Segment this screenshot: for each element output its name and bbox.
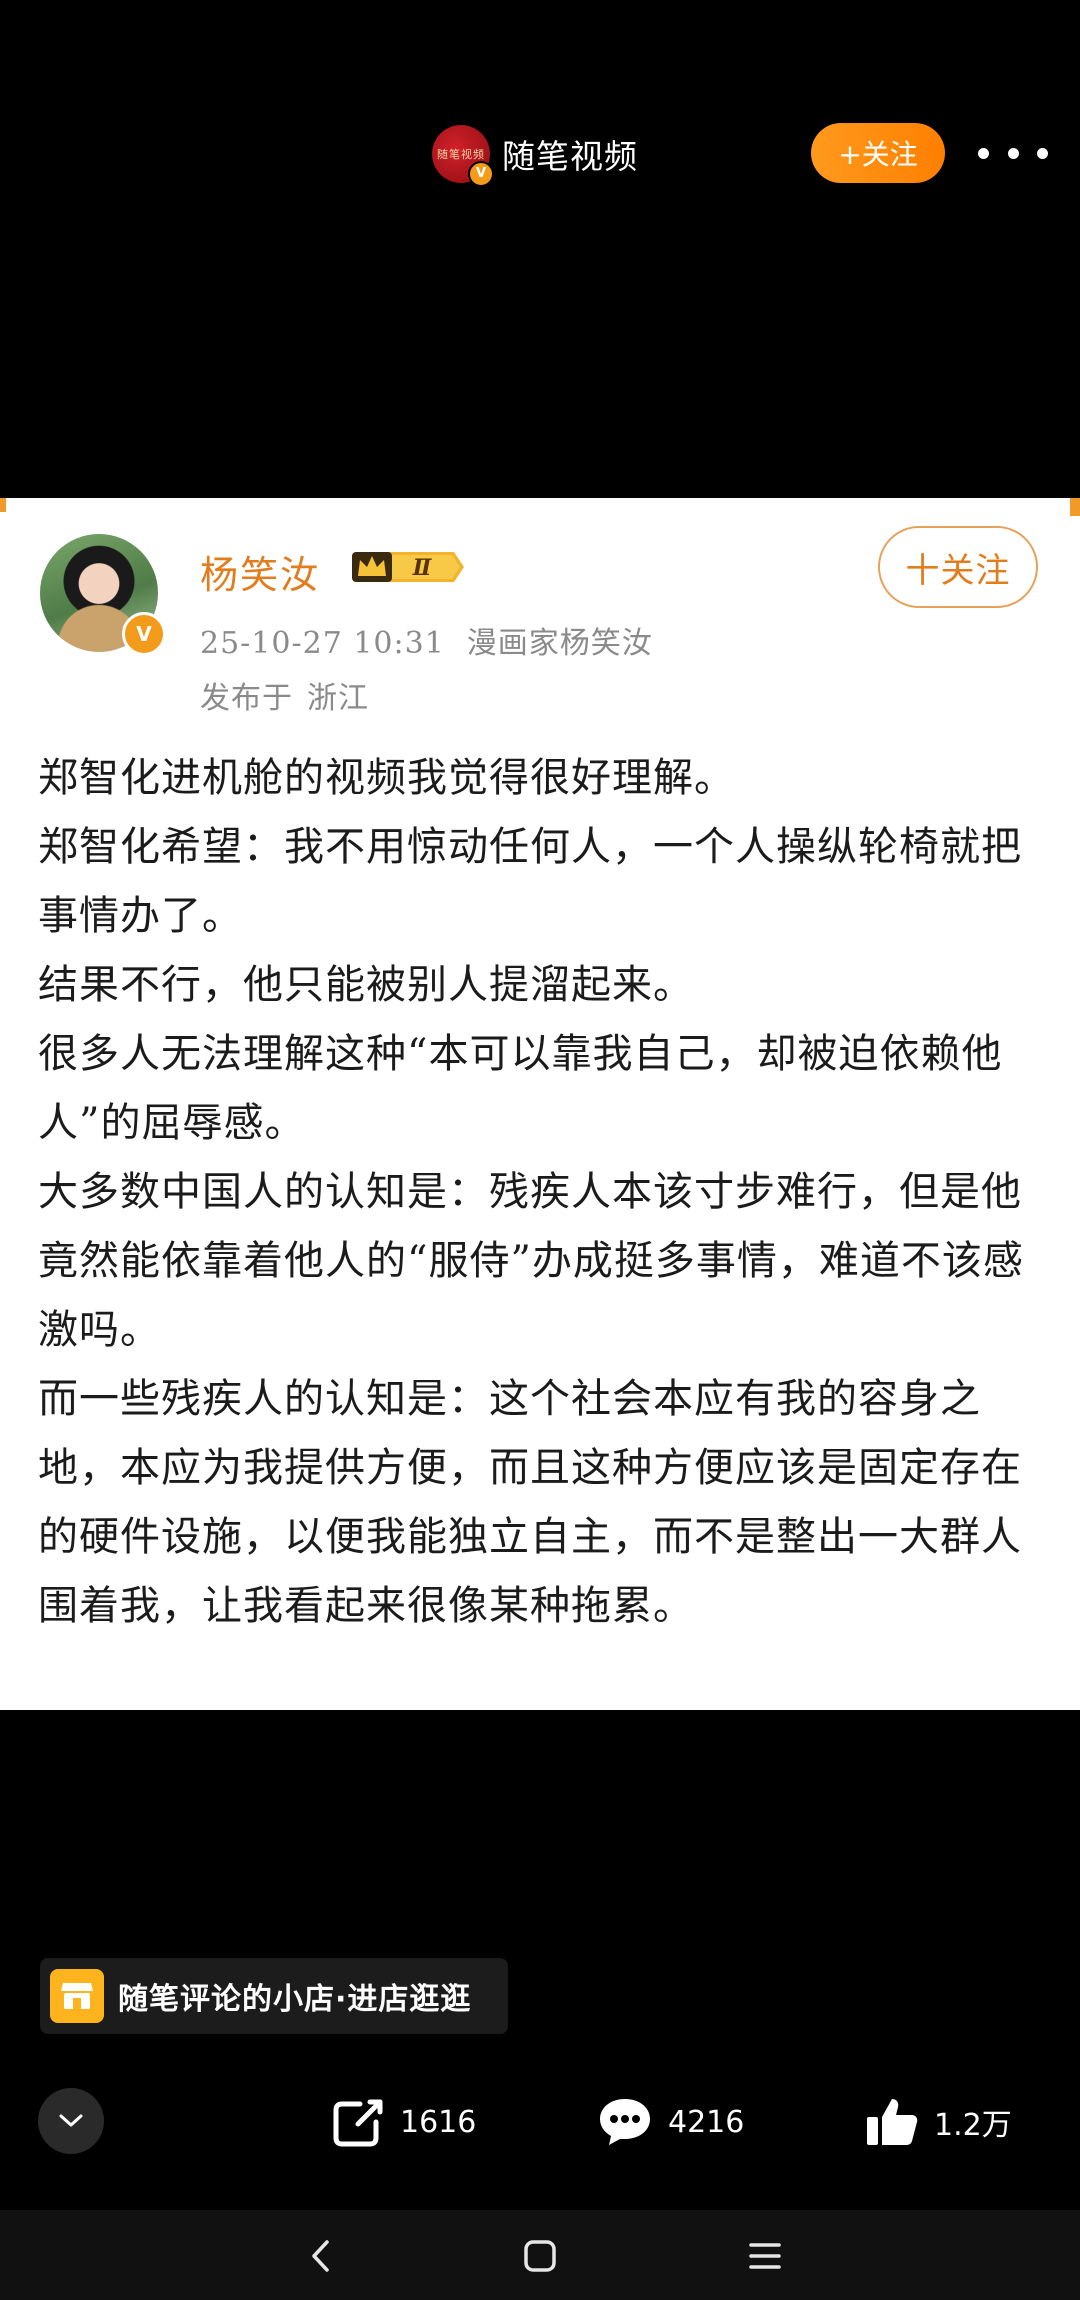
post-paragraph: 大多数中国人的认知是：残疾人本该寸步难行，但是他竟然能依靠着他人的“服侍”办成挺…: [38, 1169, 1024, 1353]
channel-header[interactable]: 随笔视频 V 随笔视频: [432, 125, 638, 187]
location-value: 浙江: [307, 681, 369, 716]
shop-label: 随笔评论的小店·进店逛逛: [118, 1982, 472, 2017]
vip-crown-icon: Ⅱ: [352, 552, 464, 582]
post-paragraph: 郑智化进机舱的视频我觉得很好理解。: [38, 755, 735, 801]
verified-icon: V: [122, 612, 166, 656]
share-button[interactable]: 1616: [330, 2090, 476, 2154]
comment-icon: [600, 2099, 650, 2145]
collapse-button[interactable]: [38, 2088, 104, 2154]
author-follow-button[interactable]: 十关注: [878, 526, 1038, 608]
card-corner-accent: [1070, 498, 1080, 516]
channel-name[interactable]: 随笔视频: [502, 130, 638, 178]
post-card: V 杨笑汝 Ⅱ 25-10-27 10:31 漫画家杨笑汝 发布于 浙江 十关注 郑…: [0, 498, 1080, 1710]
shop-entry[interactable]: 随笔评论的小店·进店逛逛: [40, 1958, 508, 2034]
post-paragraph: 而一些残疾人的认知是：这个社会本应有我的容身之地，本应为我提供方便，而且这种方便…: [38, 1376, 1022, 1629]
shop-icon: [50, 1969, 104, 2023]
share-count: 1616: [400, 2104, 477, 2140]
like-count: 1.2万: [934, 2108, 1012, 2143]
back-icon[interactable]: [290, 2228, 350, 2284]
top-bar: 随笔视频 V 随笔视频 +关注: [0, 105, 1080, 201]
recent-apps-icon[interactable]: [735, 2228, 795, 2284]
vip-level: Ⅱ: [412, 555, 433, 581]
post-paragraph: 结果不行，他只能被别人提溜起来。: [38, 962, 694, 1008]
post-paragraph: 很多人无法理解这种“本可以靠我自己，却被迫依赖他人”的屈辱感。: [38, 1031, 1003, 1146]
post-paragraph: 郑智化希望：我不用惊动任何人，一个人操纵轮椅就把事情办了。: [38, 824, 1022, 939]
screen: 随笔视频 V 随笔视频 +关注 V 杨笑汝 Ⅱ 25-10-27 10:31 漫画…: [0, 0, 1080, 2300]
more-dots-icon[interactable]: [978, 123, 1048, 183]
comment-button[interactable]: 4216: [596, 2090, 744, 2154]
comment-count: 4216: [668, 2104, 745, 2140]
like-button[interactable]: 1.2万: [864, 2090, 1012, 2154]
location-prefix: 发布于: [200, 681, 293, 716]
system-nav-bar: [0, 2210, 1080, 2300]
thumbs-up-icon: [867, 2099, 918, 2145]
post-location: 发布于 浙江: [200, 673, 369, 717]
channel-avatar-text: 随笔视频: [437, 147, 485, 161]
follow-button[interactable]: +关注: [811, 123, 945, 183]
post-body: 郑智化进机舱的视频我觉得很好理解。 郑智化希望：我不用惊动任何人，一个人操纵轮椅…: [38, 744, 1048, 1641]
post-source[interactable]: 漫画家杨笑汝: [467, 626, 653, 661]
channel-avatar[interactable]: 随笔视频 V: [432, 125, 494, 187]
home-icon[interactable]: [510, 2228, 570, 2284]
verified-icon: V: [468, 161, 494, 187]
chevron-down-icon: [59, 2114, 83, 2127]
author-name[interactable]: 杨笑汝: [200, 544, 320, 599]
post-meta: 25-10-27 10:31 漫画家杨笑汝: [200, 618, 653, 662]
card-corner-accent: [0, 498, 6, 512]
share-icon: [333, 2099, 383, 2147]
post-timestamp: 25-10-27 10:31: [200, 626, 445, 661]
